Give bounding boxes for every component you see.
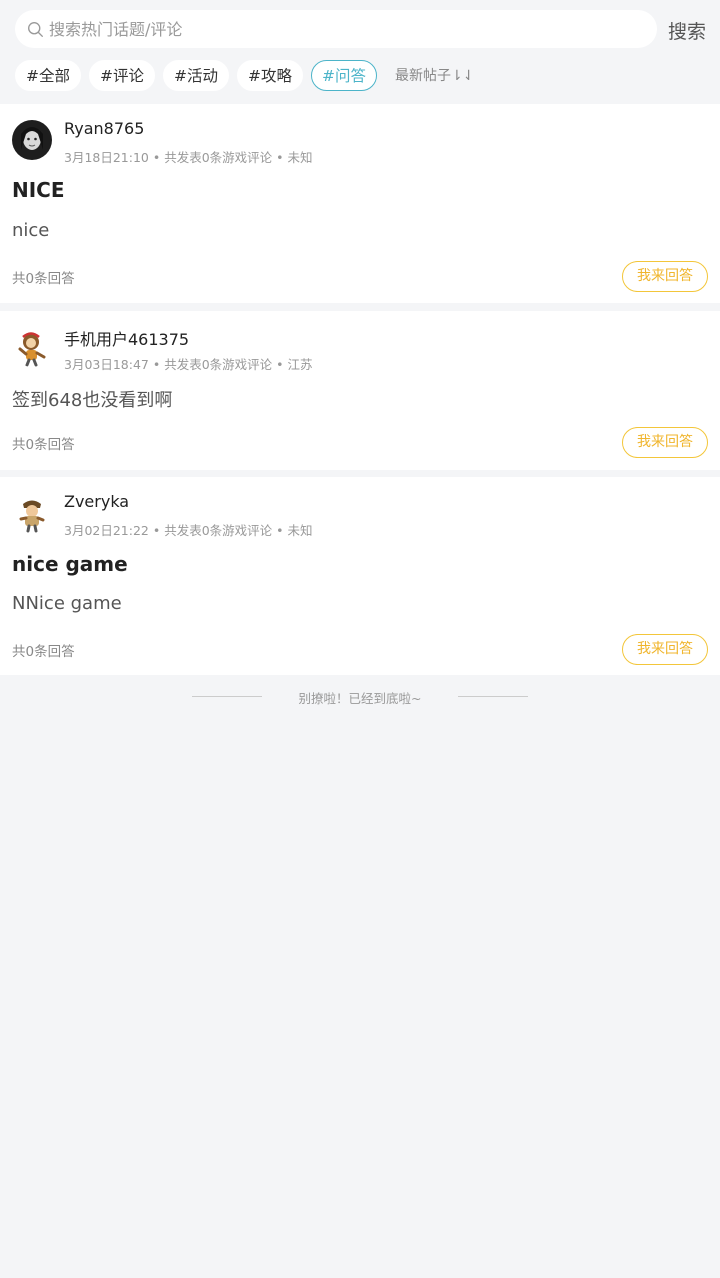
post-meta: 3月18日21:10 • 共发表0条游戏评论 • 未知	[64, 150, 313, 165]
post-title: NICE	[12, 178, 65, 202]
tag-guide[interactable]: #攻略	[237, 59, 303, 91]
tag-qa[interactable]: #问答	[311, 59, 377, 91]
avatar[interactable]	[12, 327, 52, 367]
username[interactable]: Ryan8765	[64, 119, 144, 138]
search-button[interactable]: 搜索	[668, 17, 706, 44]
search-input[interactable]	[49, 19, 609, 39]
end-of-list-text: 别撩啦！已经到底啦~	[298, 691, 422, 706]
divider-left	[192, 696, 262, 697]
username[interactable]: Zveryka	[64, 492, 129, 511]
end-of-list-footer: 别撩啦！已经到底啦~	[0, 688, 720, 707]
answer-count: 共0条回答	[12, 271, 75, 287]
answer-button[interactable]: 我来回答	[622, 261, 708, 292]
answer-count: 共0条回答	[12, 437, 75, 453]
avatar[interactable]	[12, 493, 52, 533]
post-body: NNice game	[12, 593, 122, 614]
tag-filter-bar: #全部 #评论 #活动 #攻略 #问答 最新帖子⇂⇃	[15, 59, 474, 91]
username[interactable]: 手机用户461375	[64, 326, 189, 350]
tag-all[interactable]: #全部	[15, 59, 81, 91]
cartoon-character-avatar-icon	[12, 493, 52, 533]
tag-event[interactable]: #活动	[163, 59, 229, 91]
post-card[interactable]: Zveryka 3月02日21:22 • 共发表0条游戏评论 • 未知 nice…	[0, 477, 720, 675]
sort-dropdown[interactable]: 最新帖子⇂⇃	[395, 65, 474, 85]
post-meta: 3月03日18:47 • 共发表0条游戏评论 • 江苏	[64, 357, 313, 372]
post-title: nice game	[12, 552, 128, 576]
answer-button[interactable]: 我来回答	[622, 427, 708, 458]
search-icon	[28, 21, 43, 37]
avatar[interactable]	[12, 120, 52, 160]
post-body: 签到648也没看到啊	[12, 390, 173, 411]
tag-review[interactable]: #评论	[89, 59, 155, 91]
search-bar[interactable]	[15, 10, 657, 48]
post-card[interactable]: Ryan8765 3月18日21:10 • 共发表0条游戏评论 • 未知 NIC…	[0, 104, 720, 303]
divider-right	[458, 696, 528, 697]
cartoon-monkey-avatar-icon	[12, 327, 52, 367]
dark-portrait-avatar-icon	[12, 120, 52, 160]
answer-button[interactable]: 我来回答	[622, 634, 708, 665]
post-meta: 3月02日21:22 • 共发表0条游戏评论 • 未知	[64, 523, 313, 538]
answer-count: 共0条回答	[12, 644, 75, 660]
post-card[interactable]: 手机用户461375 3月03日18:47 • 共发表0条游戏评论 • 江苏 签…	[0, 311, 720, 470]
post-body: nice	[12, 220, 50, 241]
